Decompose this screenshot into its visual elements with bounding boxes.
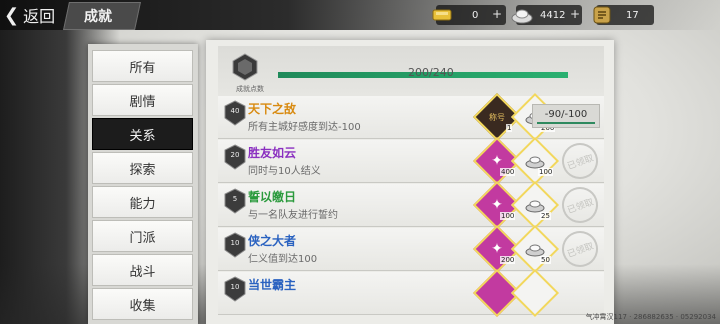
category-sidebar: 所有 剧情 关系 探索 能力 门派 战斗 收集 [88, 44, 198, 324]
claimed-stamp: 已领取 [556, 181, 604, 229]
achievement-list-panel: 成就点数 200/240 40 天下之敌 所有主城好感度到达-100 称号 1 … [206, 40, 614, 324]
category-collect[interactable]: 收集 [92, 288, 193, 320]
reward-qty: 25 [540, 212, 551, 220]
achievement-progress-box: -90/-100 [532, 104, 600, 128]
gold-bar-icon [432, 9, 452, 21]
category-relations[interactable]: 关系 [92, 118, 193, 150]
achievement-progress: 成就点数 200/240 [218, 46, 604, 96]
silver-ingot-icon [511, 9, 533, 24]
category-story[interactable]: 剧情 [92, 84, 193, 116]
reward-qty: 400 [500, 168, 516, 176]
category-all[interactable]: 所有 [92, 50, 193, 82]
achievement-progress-text: -90/-100 [544, 109, 588, 120]
add-gold-button[interactable]: + [492, 7, 502, 21]
achievement-row: 5 誓以皦日 与一名队友进行誓约 ✦ 100 25 已领取 [218, 180, 604, 230]
achievement-desc: 所有主城好感度到达-100 [248, 122, 361, 133]
reward-qty: 1 [506, 124, 513, 132]
watermark: 气冲霄汉117 · 286882635 · 05292034 [585, 313, 716, 321]
medal-points: 10 [230, 239, 240, 247]
add-silver-button[interactable]: + [570, 7, 580, 21]
silver-ingot-icon[interactable] [510, 268, 560, 318]
achievement-row: 40 天下之敌 所有主城好感度到达-100 称号 1 200 -90/-100 [218, 92, 604, 142]
achievement-row: 20 胜友如云 同时与10人结义 ✦ 400 100 已领取 [218, 136, 604, 186]
category-explore[interactable]: 探索 [92, 152, 193, 184]
achievement-desc: 仁义值到达100 [248, 254, 318, 265]
token-resource: 17 [593, 5, 654, 25]
back-label: 返回 [23, 7, 56, 26]
medal-points: 40 [230, 107, 240, 115]
token-value: 17 [626, 10, 639, 21]
achievement-row: 10 侠之大者 仁义值到达100 ✦ 200 50 已领取 [218, 224, 604, 274]
gold-value: 0 [472, 10, 479, 21]
achievement-name: 当世霸主 [248, 278, 297, 292]
category-combat[interactable]: 战斗 [92, 254, 193, 286]
medal-points: 5 [232, 195, 238, 203]
achievement-desc: 同时与10人结义 [248, 166, 321, 177]
silver-value: 4412 [540, 10, 566, 21]
achievement-name: 胜友如云 [248, 146, 297, 160]
medal-points: 20 [230, 151, 240, 159]
back-arrow-icon: ❮ [4, 4, 20, 26]
silver-resource: 4412 + [511, 5, 582, 25]
achievement-name: 誓以皦日 [248, 190, 297, 204]
reward-qty: 100 [538, 168, 554, 176]
achievement-name: 天下之敌 [248, 102, 297, 116]
reward-qty: 200 [500, 256, 516, 264]
scroll-token-icon [593, 6, 611, 24]
reward-qty: 50 [540, 256, 551, 264]
back-button[interactable]: ❮ 返回 [4, 3, 55, 27]
achievement-row: 10 当世霸主 [218, 268, 604, 318]
medal-points: 10 [230, 283, 240, 291]
page-title: 成就 [84, 9, 112, 25]
gold-resource: 0 + [432, 5, 506, 25]
achievement-progress-line [537, 122, 595, 124]
reward-qty: 100 [500, 212, 516, 220]
achievement-desc: 与一名队友进行誓约 [248, 210, 338, 221]
points-label: 成就点数 [236, 85, 264, 93]
category-ability[interactable]: 能力 [92, 186, 193, 218]
claimed-stamp: 已领取 [556, 137, 604, 185]
achievement-medal-icon [232, 53, 258, 81]
progress-text: 200/240 [408, 66, 454, 79]
claimed-stamp: 已领取 [556, 225, 604, 273]
achievement-name: 侠之大者 [248, 234, 297, 248]
category-sect[interactable]: 门派 [92, 220, 193, 252]
